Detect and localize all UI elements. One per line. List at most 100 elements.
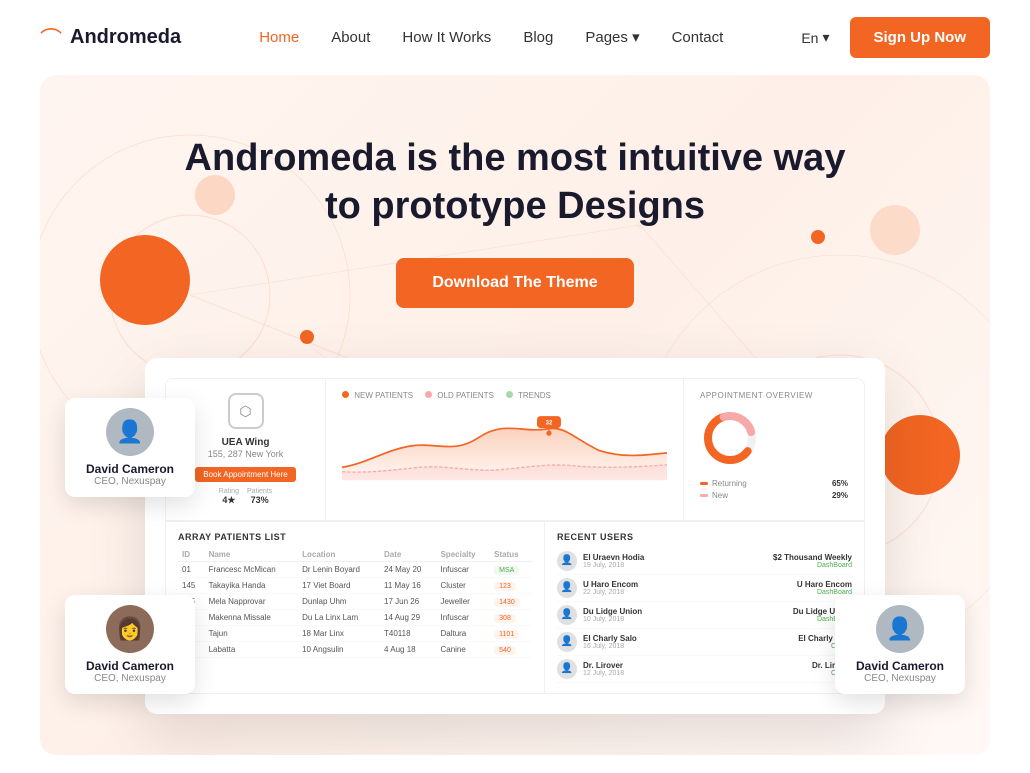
avatar: 👤 xyxy=(557,632,577,652)
area-chart: 32 xyxy=(342,406,667,486)
table-row: Labatta10 Angsulin4 Aug 18Canine540 xyxy=(178,641,532,657)
recent-amount: U Haro Encom xyxy=(797,580,852,589)
appointment-title: APPOINTMENT OVERVIEW xyxy=(700,391,848,400)
col-id: ID xyxy=(178,548,205,562)
patient-table-section: ARRAY PATIENTS LIST ID Name Location Dat… xyxy=(166,522,545,693)
legend-dot-old xyxy=(425,391,432,398)
nav-link-contact[interactable]: Contact xyxy=(672,29,724,46)
dash-username: UEA Wing xyxy=(222,437,270,448)
table-header-row: ID Name Location Date Specialty Status xyxy=(178,548,532,562)
col-date: Date xyxy=(380,548,436,562)
stat-row: Rating 4★ Patients 73% xyxy=(219,488,273,506)
recent-title: RECENT USERS xyxy=(557,532,852,542)
dashboard-preview: 👤 David Cameron CEO, Nexuspay 👩 David Ca… xyxy=(85,358,945,714)
recent-date: 10 July, 2018 xyxy=(583,616,787,623)
dash-chart-section: NEW PATIENTS OLD PATIENTS TRENDS xyxy=(326,379,684,520)
recent-item: 👤 EI Charly Salo 16 July, 2018 EI Charly… xyxy=(557,629,852,656)
col-name: Name xyxy=(205,548,299,562)
legend-dot-new xyxy=(342,391,349,398)
nav-link-blog[interactable]: Blog xyxy=(523,29,553,46)
nav-item-about[interactable]: About xyxy=(331,29,370,47)
user-card-left-bottom: 👩 David Cameron CEO, Nexuspay xyxy=(65,595,195,694)
avatar: 👩 xyxy=(106,605,154,653)
legend-dot-trends xyxy=(506,391,513,398)
user-name: David Cameron xyxy=(86,659,174,673)
navbar: ⌒ Andromeda Home About How It Works Blog… xyxy=(0,0,1030,75)
dashboard-bottom-row: ARRAY PATIENTS LIST ID Name Location Dat… xyxy=(166,521,864,693)
col-specialty: Specialty xyxy=(436,548,490,562)
patient-table-body: 01Francesc McMicanDr Lenin Boyard24 May … xyxy=(178,561,532,657)
nav-links: Home About How It Works Blog Pages ▾ Con… xyxy=(259,28,723,47)
user-name: David Cameron xyxy=(856,659,944,673)
nav-item-home[interactable]: Home xyxy=(259,29,299,47)
recent-date: 16 July, 2018 xyxy=(583,643,792,650)
dash-logo: ⬡ xyxy=(228,393,264,429)
recent-info: El Uraevn Hodia 19 July, 2018 xyxy=(583,553,767,569)
nav-link-about[interactable]: About xyxy=(331,29,370,46)
recent-item: 👤 U Haro Encom 22 July, 2018 U Haro Enco… xyxy=(557,575,852,602)
chevron-down-icon: ▾ xyxy=(822,29,829,46)
dashboard-top-row: ⬡ UEA Wing 155, 287 New York Book Appoin… xyxy=(166,379,864,521)
logo[interactable]: ⌒ Andromeda xyxy=(40,22,181,54)
user-role: CEO, Nexuspay xyxy=(94,476,166,487)
user-card-left-top: 👤 David Cameron CEO, Nexuspay xyxy=(65,398,195,497)
download-theme-button[interactable]: Download The Theme xyxy=(396,258,633,308)
recent-info: Du Lidge Union 10 July, 2018 xyxy=(583,607,787,623)
avatar: 👤 xyxy=(557,605,577,625)
dash-appointment-section: APPOINTMENT OVERVIEW Returning xyxy=(684,379,864,520)
table-row: 183Makenna MissaleDu La Linx Lam14 Aug 2… xyxy=(178,609,532,625)
chevron-down-icon: ▾ xyxy=(632,29,640,46)
table-row: 165Mela NapprovarDunlap Uhm17 Jun 26Jewe… xyxy=(178,593,532,609)
stat-patients: Patients 73% xyxy=(247,488,272,506)
patient-table: ID Name Location Date Specialty Status 0… xyxy=(178,548,532,658)
nav-link-how-it-works[interactable]: How It Works xyxy=(402,29,491,46)
nav-item-blog[interactable]: Blog xyxy=(523,29,553,47)
recent-info: U Haro Encom 22 July, 2018 xyxy=(583,580,791,596)
legend-item-trends: TRENDS xyxy=(506,391,551,400)
nav-item-how-it-works[interactable]: How It Works xyxy=(402,29,491,47)
logo-icon: ⌒ xyxy=(40,22,62,54)
table-row: 145Takayika Handa17 Viet Board11 May 16C… xyxy=(178,577,532,593)
avatar: 👤 xyxy=(106,408,154,456)
recent-date: 12 July, 2018 xyxy=(583,670,806,677)
col-location: Location xyxy=(298,548,380,562)
nav-link-pages[interactable]: Pages ▾ xyxy=(585,29,639,46)
recent-info: EI Charly Salo 16 July, 2018 xyxy=(583,634,792,650)
avatar: 👤 xyxy=(557,551,577,571)
recent-item: 👤 Du Lidge Union 10 July, 2018 Du Lidge … xyxy=(557,602,852,629)
col-status: Status xyxy=(490,548,532,562)
recent-item: 👤 El Uraevn Hodia 19 July, 2018 $2 Thous… xyxy=(557,548,852,575)
recent-date: 19 July, 2018 xyxy=(583,562,767,569)
hero-section: Andromeda is the most intuitive way to p… xyxy=(40,75,990,755)
recent-info: Dr. Lirover 12 July, 2018 xyxy=(583,661,806,677)
table-row: Tajun18 Mar LinxT40118Daltura1101 xyxy=(178,625,532,641)
recent-name: EI Charly Salo xyxy=(583,634,792,643)
legend-item-old: OLD PATIENTS xyxy=(425,391,494,400)
stat-rating: Rating 4★ xyxy=(219,488,239,506)
chart-legend: NEW PATIENTS OLD PATIENTS TRENDS xyxy=(342,391,667,400)
recent-name: Dr. Lirover xyxy=(583,661,806,670)
table-title: ARRAY PATIENTS LIST xyxy=(178,532,532,542)
svg-text:32: 32 xyxy=(546,421,553,427)
recent-item: 👤 Dr. Lirover 12 July, 2018 Dr. Lirover … xyxy=(557,656,852,683)
donut-chart xyxy=(700,408,760,468)
language-selector[interactable]: En ▾ xyxy=(801,29,829,46)
recent-list: 👤 El Uraevn Hodia 19 July, 2018 $2 Thous… xyxy=(557,548,852,683)
legend-item-new: NEW PATIENTS xyxy=(342,391,413,400)
nav-link-home[interactable]: Home xyxy=(259,29,299,46)
nav-item-contact[interactable]: Contact xyxy=(672,29,724,47)
nav-right: En ▾ Sign Up Now xyxy=(801,17,990,58)
signup-button[interactable]: Sign Up Now xyxy=(850,17,991,58)
recent-users-section: RECENT USERS 👤 El Uraevn Hodia 19 July, … xyxy=(545,522,864,693)
book-appointment-button[interactable]: Book Appointment Here xyxy=(195,467,296,482)
avatar: 👤 xyxy=(557,578,577,598)
dash-user-address: 155, 287 New York xyxy=(208,448,284,461)
recent-name: Du Lidge Union xyxy=(583,607,787,616)
avatar: 👤 xyxy=(557,659,577,679)
nav-item-pages[interactable]: Pages ▾ xyxy=(585,28,639,47)
avatar: 👤 xyxy=(876,605,924,653)
hero-content: Andromeda is the most intuitive way to p… xyxy=(80,135,950,358)
recent-name: U Haro Encom xyxy=(583,580,791,589)
brand-name: Andromeda xyxy=(70,26,181,49)
user-role: CEO, Nexuspay xyxy=(864,673,936,684)
